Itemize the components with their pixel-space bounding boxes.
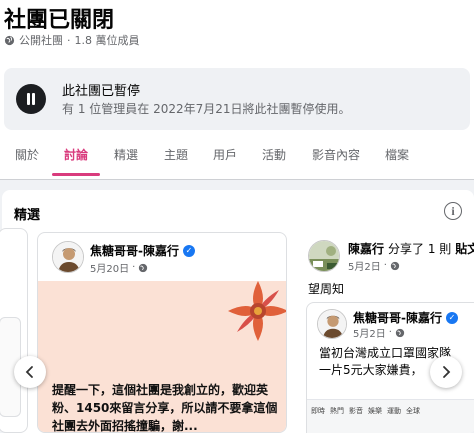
author-avatar[interactable] <box>52 241 84 273</box>
tab-members[interactable]: 用戶 <box>213 146 237 163</box>
shared-date[interactable]: 5月2日 · <box>353 325 405 340</box>
globe-icon <box>390 261 400 270</box>
thumb-menu-item: 熱門 <box>330 407 344 415</box>
thumb-menu-item: 即時 <box>311 407 325 415</box>
share-header: 陳嘉行 分享了 1 則 貼文 <box>348 240 474 257</box>
carousel-next-button[interactable] <box>430 356 462 388</box>
post-text: 提醒一下，這個社團是我創立的，歡迎英粉、1450來留言分享，所以請不要拿這個社團… <box>52 383 278 433</box>
tab-topics[interactable]: 主題 <box>164 146 188 163</box>
group-members[interactable]: 1.8 萬位成員 <box>75 32 140 48</box>
shared-author-name[interactable]: 焦糖哥哥-陳嘉行 <box>353 309 442 326</box>
paused-notice: 此社團已暫停 有 1 位管理員在 2022年7月21日將此社團暫停使用。 <box>4 68 470 130</box>
paused-heading: 此社團已暫停 <box>62 84 141 99</box>
featured-shared-card[interactable]: 陳嘉行 分享了 1 則 貼文 5月2日 · 望周知 焦糖哥哥-陳嘉行 ✓ 5月2… <box>298 232 474 433</box>
active-tab-indicator <box>52 173 100 176</box>
globe-icon <box>139 263 148 272</box>
share-object[interactable]: 貼文 <box>455 240 474 257</box>
sharer-name[interactable]: 陳嘉行 <box>348 240 384 257</box>
thumb-menu-item: 運動 <box>387 407 401 415</box>
group-header: 社團已關閉 公開社團 · 1.8 萬位成員 此社團已暫停 有 1 位管理員在 2… <box>0 0 474 180</box>
verified-badge-icon: ✓ <box>182 244 195 257</box>
tab-about[interactable]: 關於 <box>15 146 39 163</box>
tab-discussion[interactable]: 討論 <box>64 146 88 163</box>
post-date[interactable]: 5月20日 · <box>90 260 148 275</box>
featured-card-previous[interactable] <box>0 228 28 433</box>
group-tabs: 關於 討論 精選 主題 用戶 活動 影音內容 檔案 <box>0 140 474 176</box>
sharer-avatar[interactable] <box>308 240 340 272</box>
tab-events[interactable]: 活動 <box>262 146 286 163</box>
post-date-text[interactable]: 5月20日 <box>90 260 129 275</box>
featured-post-card[interactable]: 焦糖哥哥-陳嘉行 ✓ 5月20日 · 提醒一下，這個社團是我創立的，歡迎英粉、1… <box>37 232 287 433</box>
paused-detail: 有 1 位管理員在 2022年7月21日將此社團暫停使用。 <box>62 102 351 116</box>
globe-icon <box>4 35 15 45</box>
shared-author[interactable]: 焦糖哥哥-陳嘉行 ✓ <box>353 309 458 326</box>
tab-media[interactable]: 影音內容 <box>312 146 360 163</box>
thumb-menu-item: 影音 <box>349 407 363 415</box>
avatar-portrait-icon <box>318 310 346 338</box>
share-date-text[interactable]: 5月2日 <box>348 258 381 273</box>
shared-thumbnail[interactable]: 即時 熱門 影音 娛樂 運動 全球 <box>307 399 474 433</box>
verified-badge-icon: ✓ <box>445 311 458 324</box>
group-meta: 公開社團 · 1.8 萬位成員 <box>4 32 140 48</box>
meta-separator: · <box>67 33 71 47</box>
share-date[interactable]: 5月2日 · <box>348 258 400 273</box>
thumb-menu-item: 娛樂 <box>368 407 382 415</box>
share-action: 分享了 1 則 <box>388 242 452 256</box>
dot-separator: · <box>388 327 392 338</box>
post-image[interactable]: 提醒一下，這個社團是我創立的，歡迎英粉、1450來留言分享，所以請不要拿這個社團… <box>38 281 286 433</box>
dot-separator: · <box>132 262 136 273</box>
shared-author-avatar[interactable] <box>317 309 347 339</box>
carousel-prev-button[interactable] <box>14 356 46 388</box>
share-text: 望周知 <box>308 282 345 296</box>
avatar-portrait-icon <box>53 242 83 272</box>
tab-files[interactable]: 檔案 <box>385 146 409 163</box>
post-author-name[interactable]: 焦糖哥哥-陳嘉行 <box>90 242 179 259</box>
group-title: 社團已關閉 <box>4 8 115 33</box>
globe-icon <box>395 328 405 337</box>
chevron-right-icon <box>443 366 451 378</box>
group-privacy: 公開社團 <box>19 34 63 47</box>
pause-icon <box>16 84 46 114</box>
shared-date-text[interactable]: 5月2日 <box>353 325 386 340</box>
featured-heading: 精選 <box>14 208 41 223</box>
featured-section: 精選 焦糖哥哥-陳嘉行 ✓ 5月20日 · <box>0 190 474 433</box>
chevron-left-icon <box>25 366 33 378</box>
avatar-photo-icon <box>309 241 339 271</box>
info-icon[interactable] <box>444 202 462 220</box>
post-author[interactable]: 焦糖哥哥-陳嘉行 ✓ <box>90 242 195 259</box>
header-divider <box>0 179 474 180</box>
thumbnail-menu: 即時 熱門 影音 娛樂 運動 全球 <box>311 406 420 416</box>
thumb-menu-item: 全球 <box>406 407 420 415</box>
tab-featured[interactable]: 精選 <box>114 146 138 163</box>
dot-separator: · <box>383 260 387 271</box>
